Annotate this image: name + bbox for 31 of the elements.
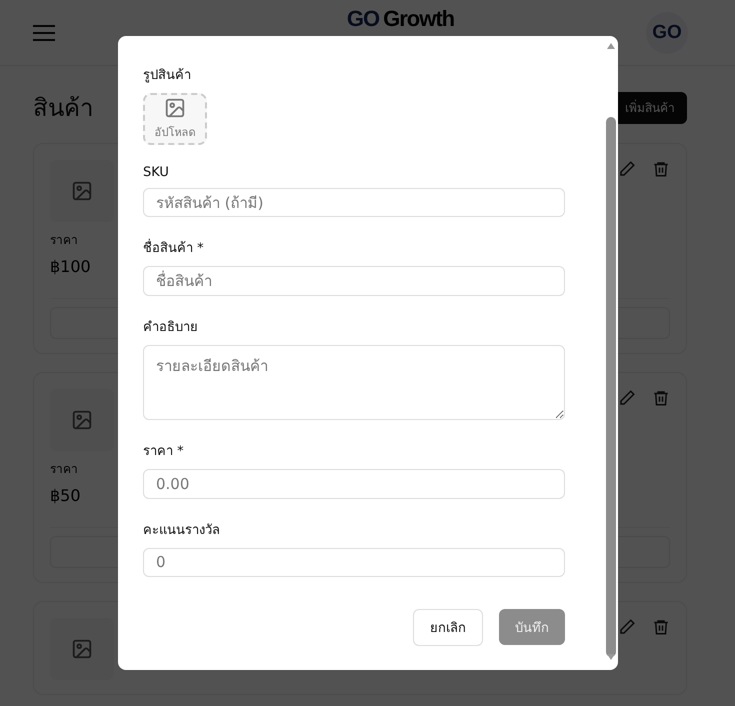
menu-icon[interactable] <box>33 24 55 40</box>
image-icon <box>71 409 93 431</box>
input-field[interactable]: 0.00 <box>143 469 565 499</box>
field-label: รูปสินค้า <box>143 67 192 85</box>
image-icon <box>71 180 93 202</box>
trash-icon[interactable] <box>652 160 670 178</box>
page-title: สินค้า <box>33 93 93 124</box>
price-value: ฿50 <box>50 486 81 505</box>
cancel-button[interactable]: ยกเลิก <box>413 609 483 646</box>
price-label: ราคา <box>50 461 78 478</box>
field-label: คะแนนรางวัล <box>143 522 221 540</box>
input-field[interactable]: ชื่อสินค้า <box>143 266 565 296</box>
pencil-icon[interactable] <box>618 160 636 178</box>
image-icon <box>164 97 186 120</box>
description-field[interactable]: รายละเอียดสินค้า <box>143 344 565 420</box>
field-label: SKU <box>143 165 170 180</box>
upload-button[interactable]: อัปโหลด <box>143 93 207 146</box>
field-label: ชื่อสินค้า * <box>143 237 565 258</box>
app-logo: GO Growth <box>346 6 454 32</box>
user-avatar[interactable]: GO <box>646 12 688 54</box>
input-field[interactable]: 0 <box>143 548 565 578</box>
field-label: คำอธิบาย <box>143 318 199 337</box>
image-icon <box>71 638 93 660</box>
field-label: ราคา * <box>143 443 185 462</box>
pencil-icon[interactable] <box>618 618 636 636</box>
trash-icon[interactable] <box>652 389 670 407</box>
price-value: ฿100 <box>50 257 91 276</box>
trash-icon[interactable] <box>652 618 670 636</box>
input-field[interactable]: รหัสสินค้า (ถ้ามี) <box>143 188 565 218</box>
pencil-icon[interactable] <box>618 389 636 407</box>
price-label: ราคา <box>50 232 78 249</box>
